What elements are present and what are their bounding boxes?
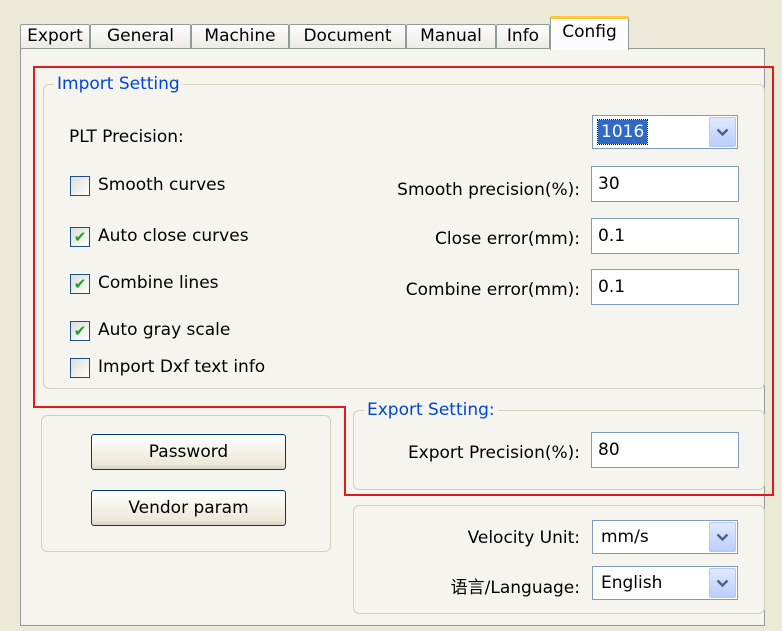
close-error-label: Close error(mm): bbox=[435, 229, 580, 249]
chevron-down-icon[interactable] bbox=[709, 522, 736, 552]
combine-lines-label: Combine lines bbox=[98, 273, 219, 293]
export-precision-label: Export Precision(%): bbox=[407, 443, 580, 463]
tab-general[interactable]: General bbox=[90, 24, 191, 48]
check-icon: ✔ bbox=[73, 275, 87, 293]
smooth-precision-input[interactable]: 30 bbox=[591, 166, 739, 202]
plt-precision-value: 1016 bbox=[596, 119, 649, 145]
check-icon: ✔ bbox=[73, 322, 87, 340]
auto-close-curves-checkbox[interactable]: ✔ bbox=[70, 227, 90, 247]
velocity-unit-label: Velocity Unit: bbox=[467, 528, 580, 548]
export-setting-title: Export Setting: bbox=[367, 400, 495, 420]
check-icon: ✔ bbox=[73, 228, 87, 246]
auto-gray-scale-checkbox[interactable]: ✔ bbox=[70, 321, 90, 341]
plt-precision-label: PLT Precision: bbox=[69, 127, 184, 147]
velocity-unit-select[interactable]: mm/s bbox=[592, 520, 738, 554]
tab-document[interactable]: Document bbox=[289, 24, 406, 48]
tab-machine[interactable]: Machine bbox=[191, 24, 289, 48]
language-select[interactable]: English bbox=[592, 566, 738, 600]
tab-manual[interactable]: Manual bbox=[406, 24, 496, 48]
import-dxf-text-checkbox[interactable] bbox=[70, 358, 90, 378]
chevron-down-icon[interactable] bbox=[709, 117, 736, 147]
tab-info[interactable]: Info bbox=[496, 24, 550, 48]
combine-error-label: Combine error(mm): bbox=[405, 280, 580, 300]
language-label: 语言/Language: bbox=[450, 578, 580, 598]
password-button[interactable]: Password bbox=[91, 434, 286, 470]
smooth-precision-label: Smooth precision(%): bbox=[397, 180, 580, 200]
close-error-input[interactable]: 0.1 bbox=[591, 218, 739, 254]
vendor-param-button[interactable]: Vendor param bbox=[91, 490, 286, 526]
smooth-curves-checkbox[interactable] bbox=[70, 176, 90, 196]
auto-close-curves-label: Auto close curves bbox=[98, 226, 249, 246]
auto-gray-scale-label: Auto gray scale bbox=[98, 320, 231, 340]
language-value: English bbox=[601, 573, 663, 593]
import-dxf-text-label: Import Dxf text info bbox=[98, 357, 266, 377]
combine-lines-checkbox[interactable]: ✔ bbox=[70, 274, 90, 294]
plt-precision-select[interactable]: 1016 bbox=[592, 115, 738, 149]
smooth-curves-label: Smooth curves bbox=[98, 175, 226, 195]
combine-error-input[interactable]: 0.1 bbox=[591, 269, 739, 305]
chevron-down-icon[interactable] bbox=[709, 568, 736, 598]
tab-config[interactable]: Config bbox=[550, 16, 629, 50]
velocity-unit-value: mm/s bbox=[601, 527, 649, 547]
import-setting-title: Import Setting bbox=[57, 74, 180, 94]
tab-export[interactable]: Export bbox=[20, 24, 90, 48]
export-precision-input[interactable]: 80 bbox=[591, 432, 739, 468]
